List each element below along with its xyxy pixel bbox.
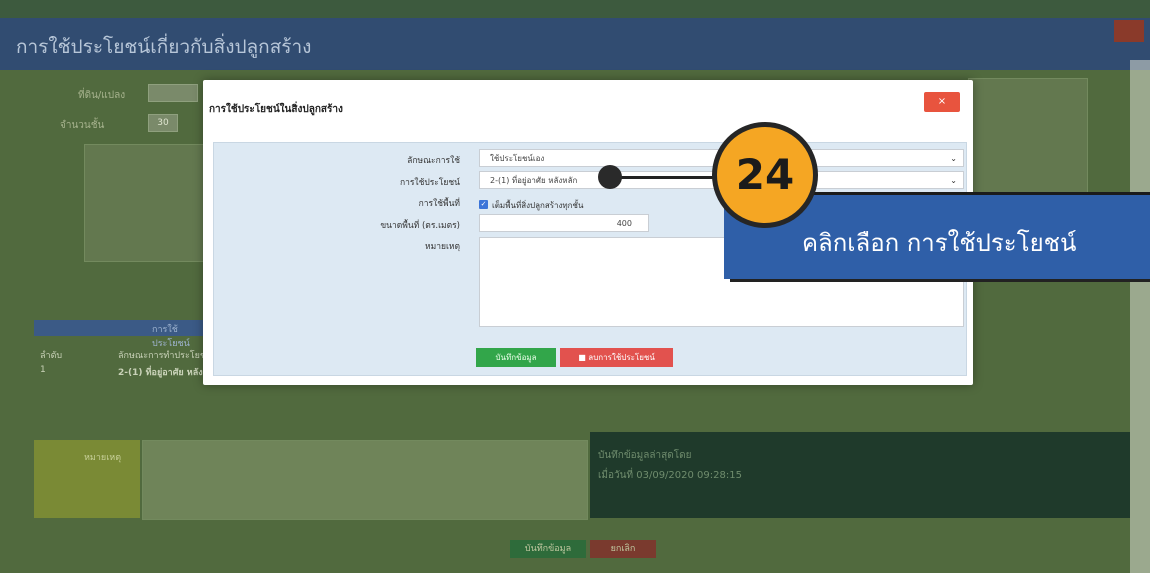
save-button[interactable]: บันทึกข้อมูล (476, 348, 556, 367)
background-cancel-button[interactable]: ยกเลิก (590, 540, 656, 558)
trash-icon: ■ (578, 353, 589, 362)
background-page-title: การใช้ประโยชน์เกี่ยวกับสิ่งปลูกสร้าง (16, 36, 312, 58)
area-size-label: ขนาดพื้นที่ (ตร.เมตร) (380, 221, 460, 231)
background-field-1-input[interactable] (148, 84, 198, 102)
chevron-down-icon: ⌄ (950, 154, 957, 163)
background-remark-label-box: หมายเหตุ (34, 440, 140, 518)
background-table-title-bar: การใช้ประโยชน์ (34, 320, 204, 349)
background-table-row-no: 1 (40, 365, 46, 375)
background-scroll-strip (1130, 60, 1150, 573)
background-recorder-date: เมื่อวันที่ 03/09/2020 09:28:15 (598, 470, 742, 481)
area-usage-checkbox[interactable]: ✓ (479, 200, 488, 209)
background-field-2-label: จำนวนชั้น (60, 120, 105, 131)
background-table-col-1: ลำดับ (40, 351, 63, 361)
background-close-button[interactable] (1114, 20, 1144, 42)
instruction-callout-text: คลิกเลือก การใช้ประโยชน์ (802, 229, 1077, 257)
background-image-panel (84, 144, 216, 262)
pointer-line (612, 176, 722, 179)
background-remark-input[interactable] (142, 440, 588, 520)
background-table-title: การใช้ประโยชน์ (152, 325, 190, 349)
usage-type-label: ลักษณะการใช้ (407, 156, 460, 166)
chevron-down-icon: ⌄ (950, 176, 957, 185)
step-number-badge: 24 (712, 122, 818, 228)
background-field-2-input[interactable]: 30 (148, 114, 178, 132)
usage-type-value: ใช้ประโยชน์เอง (490, 154, 545, 163)
area-size-input[interactable]: 400 (479, 214, 649, 232)
delete-usage-button[interactable]: ■ ลบการใช้ประโยชน์ (560, 348, 673, 367)
delete-usage-label: ลบการใช้ประโยชน์ (588, 353, 655, 362)
background-recorder-text: บันทึกข้อมูลล่าสุดโดย (598, 450, 692, 461)
background-field-1-label: ที่ดิน/แปลง (78, 90, 126, 101)
modal-title: การใช้ประโยชน์ในสิ่งปลูกสร้าง (209, 104, 343, 115)
pointer-dot (598, 165, 622, 189)
area-usage-label: การใช้พื้นที่ (418, 199, 460, 209)
background-save-button[interactable]: บันทึกข้อมูล (510, 540, 586, 558)
usage-value: 2-(1) ที่อยู่อาศัย หลังหลัก (490, 176, 578, 185)
modal-close-button[interactable]: × (924, 92, 960, 112)
remark-label: หมายเหตุ (425, 242, 460, 252)
area-usage-checkbox-label: เต็มพื้นที่สิ่งปลูกสร้างทุกชั้น (492, 201, 584, 210)
background-table-col-2: ลักษณะการทำประโยชน์ (118, 351, 213, 361)
usage-label: การใช้ประโยชน์ (399, 178, 460, 188)
background-remark-label: หมายเหตุ (84, 453, 122, 463)
